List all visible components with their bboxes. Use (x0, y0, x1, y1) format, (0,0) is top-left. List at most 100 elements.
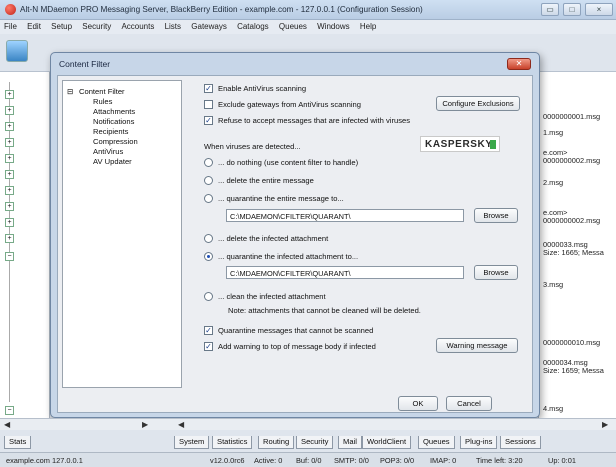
quarantine-message-radio[interactable] (204, 194, 213, 203)
refuse-infected-checkbox[interactable]: ✓ (204, 116, 213, 125)
tree-collapse-icon[interactable]: ⊟ (67, 87, 73, 96)
quarantine-attachment-path-field[interactable]: C:\MDAEMON\CFILTER\QUARANT\ (226, 266, 464, 279)
dialog-title: Content Filter (59, 59, 111, 69)
tree-item-attachments[interactable]: Attachments (93, 107, 135, 116)
delete-attachment-radio[interactable] (204, 234, 213, 243)
cancel-button[interactable]: Cancel (446, 396, 492, 411)
maximize-icon[interactable]: □ (563, 3, 581, 16)
message-item[interactable]: Size: 1665; Messa (543, 248, 604, 257)
quarantine-unscannable-checkbox[interactable]: ✓ (204, 326, 213, 335)
tree-collapse-icon[interactable]: − (5, 252, 14, 261)
enable-antivirus-label: Enable AntiVirus scanning (218, 84, 307, 93)
toolbar-config-icon[interactable] (6, 40, 28, 62)
scroll-right-icon[interactable]: ▶ (142, 420, 148, 429)
menu-queues[interactable]: Queues (275, 20, 311, 33)
kaspersky-logo-text: KASPERSKY (425, 139, 493, 150)
quarantine-message-path-field[interactable]: C:\MDAEMON\CFILTER\QUARANT\ (226, 209, 464, 222)
tree-item-compression[interactable]: Compression (93, 137, 138, 146)
message-item[interactable]: 0000000002.msg (543, 156, 600, 165)
clean-attachment-radio[interactable] (204, 292, 213, 301)
tree-item-rules[interactable]: Rules (93, 97, 112, 106)
background-tree-pane: + + + + + + + + + + − − (0, 72, 50, 418)
menu-accounts[interactable]: Accounts (117, 20, 158, 33)
tree-expand-icon[interactable]: + (5, 234, 14, 243)
tree-expand-icon[interactable]: + (5, 218, 14, 227)
tree-expand-icon[interactable]: + (5, 154, 14, 163)
message-item[interactable]: 4.msg (543, 404, 563, 413)
tab-statistics[interactable]: Statistics (212, 436, 253, 449)
message-list-pane: 0000000001.msg 1.msg e.com> 0000000002.m… (538, 72, 616, 418)
tab-queues[interactable]: Queues (418, 436, 455, 449)
tab-stats[interactable]: Stats (4, 436, 32, 449)
scroll-left-icon[interactable]: ◀ (178, 420, 184, 429)
scroll-right-icon[interactable]: ▶ (602, 420, 608, 429)
bottom-tabs-strip: Stats System Statistics Routing Security… (0, 430, 616, 452)
tree-expand-icon[interactable]: + (5, 202, 14, 211)
delete-message-radio[interactable] (204, 176, 213, 185)
menu-catalogs[interactable]: Catalogs (233, 20, 273, 33)
do-nothing-radio[interactable] (204, 158, 213, 167)
close-icon[interactable]: × (585, 3, 613, 16)
tree-expand-icon[interactable]: + (5, 186, 14, 195)
message-item[interactable]: 0000000002.msg (543, 216, 600, 225)
horizontal-scrollbar[interactable]: ◀ ▶ ◀ ▶ (0, 418, 616, 430)
add-warning-checkbox[interactable]: ✓ (204, 342, 213, 351)
tree-item-av-updater[interactable]: AV Updater (93, 157, 132, 166)
message-item[interactable]: 0000000010.msg (543, 338, 600, 347)
quarantine-message-label: ... quarantine the entire message to... (218, 194, 344, 203)
tab-system[interactable]: System (174, 436, 210, 449)
scroll-left-icon[interactable]: ◀ (4, 420, 10, 429)
do-nothing-label: ... do nothing (use content filter to ha… (218, 158, 359, 167)
tree-root-content-filter[interactable]: Content Filter (79, 87, 125, 96)
tab-security[interactable]: Security (296, 436, 334, 449)
quarantine-unscannable-label: Quarantine messages that cannot be scann… (218, 326, 374, 335)
tab-sessions[interactable]: Sessions (500, 436, 541, 449)
tab-worldclient[interactable]: WorldClient (362, 436, 412, 449)
tree-expand-icon[interactable]: + (5, 122, 14, 131)
status-version: v12.0.0rc6 (210, 456, 245, 465)
quarantine-attachment-radio[interactable] (204, 252, 213, 261)
dialog-body: ⊟ Content Filter Rules Attachments Notif… (57, 75, 533, 413)
refuse-infected-label: Refuse to accept messages that are infec… (218, 116, 411, 125)
enable-antivirus-checkbox[interactable]: ✓ (204, 84, 213, 93)
window-title: Alt-N MDaemon PRO Messaging Server, Blac… (20, 5, 423, 14)
menu-edit[interactable]: Edit (23, 20, 45, 33)
message-item[interactable]: 0000000001.msg (543, 112, 600, 121)
tree-expand-icon[interactable]: + (5, 106, 14, 115)
message-item[interactable]: Size: 1659; Messa (543, 366, 604, 375)
configure-exclusions-button[interactable]: Configure Exclusions (436, 96, 520, 111)
ok-button[interactable]: OK (398, 396, 438, 411)
status-bar: example.com 127.0.0.1 v12.0.0rc6 Active:… (0, 452, 616, 467)
menu-setup[interactable]: Setup (47, 20, 76, 33)
tree-collapse-icon[interactable]: − (5, 406, 14, 415)
tree-item-antivirus[interactable]: AntiVirus (93, 147, 123, 156)
kaspersky-logo: KASPERSKY (420, 136, 500, 152)
menu-file[interactable]: File (0, 20, 21, 33)
message-item[interactable]: 3.msg (543, 280, 563, 289)
message-item[interactable]: 2.msg (543, 178, 563, 187)
browse-quarantine-attachment-button[interactable]: Browse (474, 265, 518, 280)
menu-lists[interactable]: Lists (161, 20, 185, 33)
tab-routing[interactable]: Routing (258, 436, 295, 449)
clean-note-label: Note: attachments that cannot be cleaned… (228, 306, 421, 315)
tree-expand-icon[interactable]: + (5, 90, 14, 99)
tree-expand-icon[interactable]: + (5, 138, 14, 147)
dialog-close-button[interactable]: ✕ (507, 58, 531, 70)
message-item[interactable]: 1.msg (543, 128, 563, 137)
tab-mail[interactable]: Mail (338, 436, 362, 449)
minimize-icon[interactable]: ▭ (541, 3, 559, 16)
exclude-gateways-checkbox[interactable] (204, 100, 213, 109)
menu-security[interactable]: Security (78, 20, 115, 33)
tree-item-notifications[interactable]: Notifications (93, 117, 134, 126)
menu-bar: File Edit Setup Security Accounts Lists … (0, 20, 616, 34)
warning-message-button[interactable]: Warning message (436, 338, 518, 353)
browse-quarantine-message-button[interactable]: Browse (474, 208, 518, 223)
menu-gateways[interactable]: Gateways (187, 20, 231, 33)
menu-help[interactable]: Help (356, 20, 380, 33)
status-time-left: Time left: 3:20 (476, 456, 523, 465)
tree-expand-icon[interactable]: + (5, 170, 14, 179)
menu-windows[interactable]: Windows (313, 20, 353, 33)
tab-plugins[interactable]: Plug-ins (460, 436, 498, 449)
add-warning-label: Add warning to top of message body if in… (218, 342, 376, 351)
tree-item-recipients[interactable]: Recipients (93, 127, 128, 136)
